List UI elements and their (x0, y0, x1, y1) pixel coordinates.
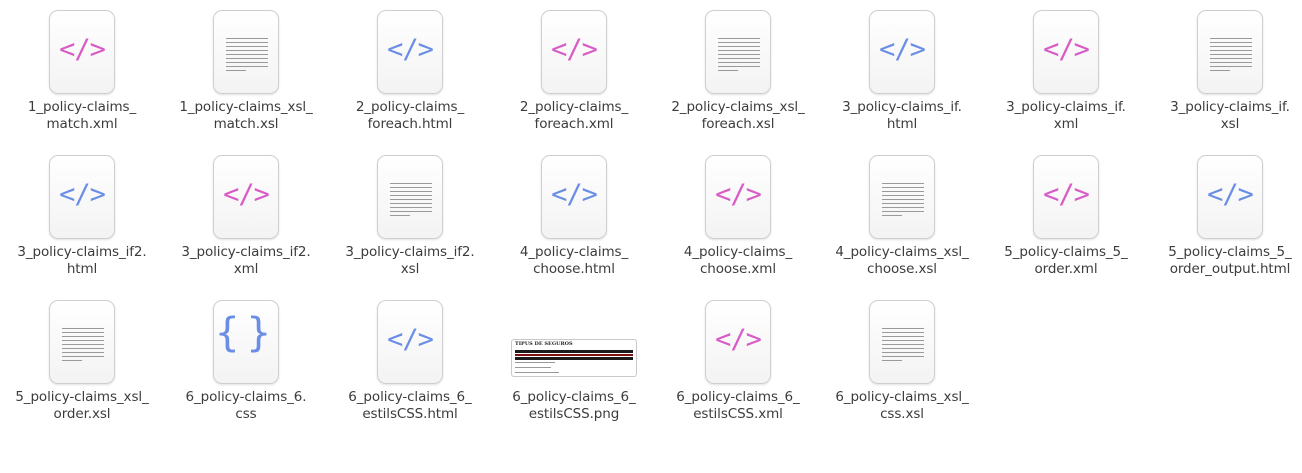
file-thumbnail: </> (1197, 155, 1263, 239)
code-icon: </> (1043, 34, 1090, 65)
text-document-icon (882, 328, 924, 364)
file-item[interactable]: 4_policy-claims_xsl_ choose.xsl (820, 145, 984, 290)
css-braces-icon: {} (214, 310, 278, 356)
file-item[interactable]: </> 2_policy-claims_ foreach.xml (492, 0, 656, 145)
text-document-icon (1210, 38, 1252, 74)
file-name-label: 5_policy-claims_5_ order_output.html (1168, 244, 1292, 277)
file-name-label: 4_policy-claims_ choose.html (519, 244, 629, 277)
thumbnail-bar (515, 357, 633, 360)
file-thumbnail (49, 300, 115, 384)
file-thumbnail: </> (541, 155, 607, 239)
file-name-label: 1_policy-claims_xsl_ match.xsl (179, 99, 313, 132)
file-item[interactable]: {} 6_policy-claims_6. css (164, 290, 328, 435)
file-thumbnail (1197, 10, 1263, 94)
code-icon: </> (715, 324, 762, 355)
file-item[interactable]: 6_policy-claims_xsl_ css.xsl (820, 290, 984, 435)
file-thumbnail: </> (49, 155, 115, 239)
text-document-icon (390, 183, 432, 219)
file-name-label: 5_policy-claims_xsl_ order.xsl (15, 389, 149, 422)
file-name-label: 6_policy-claims_6_ estilsCSS.html (348, 389, 472, 422)
file-thumbnail: </> (705, 155, 771, 239)
file-icon-grid: </> 1_policy-claims_ match.xml 1_policy-cl… (0, 0, 1302, 473)
file-name-label: 4_policy-claims_ choose.xml (683, 244, 793, 277)
code-icon: </> (551, 34, 598, 65)
thumbnail-bar (515, 350, 633, 353)
file-item[interactable]: 3_policy-claims_if2. xsl (328, 145, 492, 290)
text-document-icon (62, 328, 104, 364)
file-thumbnail: </> (377, 10, 443, 94)
file-thumbnail: </> (541, 10, 607, 94)
file-item[interactable]: </> 5_policy-claims_5_ order.xml (984, 145, 1148, 290)
file-item[interactable]: </> 2_policy-claims_ foreach.html (328, 0, 492, 145)
thumbnail-bar (515, 354, 633, 356)
file-name-label: 5_policy-claims_5_ order.xml (1004, 244, 1128, 277)
file-name-label: 3_policy-claims_if2. xml (181, 244, 311, 277)
file-name-label: 2_policy-claims_ foreach.xml (519, 99, 629, 132)
file-item[interactable]: </> 6_policy-claims_6_ estilsCSS.xml (656, 290, 820, 435)
code-icon: </> (1207, 179, 1254, 210)
file-item[interactable]: 1_policy-claims_xsl_ match.xsl (164, 0, 328, 145)
file-item[interactable]: </> 3_policy-claims_if. xml (984, 0, 1148, 145)
file-name-label: 3_policy-claims_if. xml (1006, 99, 1126, 132)
file-item[interactable]: </> 4_policy-claims_ choose.html (492, 145, 656, 290)
file-thumbnail: </> (213, 155, 279, 239)
code-icon: </> (387, 34, 434, 65)
file-item[interactable]: </> 3_policy-claims_if2. html (0, 145, 164, 290)
file-name-label: 3_policy-claims_if. xsl (1170, 99, 1290, 132)
file-name-label: 6_policy-claims_xsl_ css.xsl (835, 389, 969, 422)
file-name-label: 4_policy-claims_xsl_ choose.xsl (835, 244, 969, 277)
file-thumbnail: </> (705, 300, 771, 384)
file-name-label: 6_policy-claims_6_ estilsCSS.xml (676, 389, 800, 422)
thumbnail-title: TIPUS DE SEGUROS (515, 341, 573, 347)
file-thumbnail: {} (213, 300, 279, 384)
code-icon: </> (1043, 179, 1090, 210)
file-thumbnail (869, 155, 935, 239)
file-name-label: 3_policy-claims_if2. xsl (345, 244, 475, 277)
file-thumbnail (213, 10, 279, 94)
file-thumbnail: </> (1033, 10, 1099, 94)
file-name-label: 1_policy-claims_ match.xml (27, 99, 137, 132)
thumbnail-text-line (515, 367, 551, 368)
file-item[interactable]: 3_policy-claims_if. xsl (1148, 0, 1302, 145)
file-item[interactable]: </> 1_policy-claims_ match.xml (0, 0, 164, 145)
file-thumbnail (705, 10, 771, 94)
code-icon: </> (551, 179, 598, 210)
code-icon: </> (715, 179, 762, 210)
thumbnail-text-line (515, 362, 555, 363)
code-icon: </> (879, 34, 926, 65)
code-icon: </> (387, 324, 434, 355)
file-item[interactable]: TIPUS DE SEGUROS 6_policy-claims_6_ estil… (492, 290, 656, 435)
file-item[interactable]: </> 3_policy-claims_if2. xml (164, 145, 328, 290)
text-document-icon (882, 183, 924, 219)
file-item[interactable]: </> 3_policy-claims_if. html (820, 0, 984, 145)
file-item[interactable]: </> 4_policy-claims_ choose.xml (656, 145, 820, 290)
file-name-label: 3_policy-claims_if2. html (17, 244, 147, 277)
file-name-label: 6_policy-claims_6_ estilsCSS.png (512, 389, 636, 422)
file-item[interactable]: 5_policy-claims_xsl_ order.xsl (0, 290, 164, 435)
code-icon: </> (59, 179, 106, 210)
file-thumbnail (869, 300, 935, 384)
file-thumbnail: </> (869, 10, 935, 94)
file-item[interactable]: </> 5_policy-claims_5_ order_output.html (1148, 145, 1302, 290)
file-thumbnail: </> (49, 10, 115, 94)
file-name-label: 2_policy-claims_xsl_ foreach.xsl (671, 99, 805, 132)
file-thumbnail: </> (377, 300, 443, 384)
file-name-label: 3_policy-claims_if. html (842, 99, 962, 132)
text-document-icon (226, 38, 268, 74)
code-icon: </> (59, 34, 106, 65)
file-thumbnail (377, 155, 443, 239)
file-item[interactable]: </> 6_policy-claims_6_ estilsCSS.html (328, 290, 492, 435)
file-name-label: 6_policy-claims_6. css (185, 389, 307, 422)
file-item[interactable]: 2_policy-claims_xsl_ foreach.xsl (656, 0, 820, 145)
file-name-label: 2_policy-claims_ foreach.html (355, 99, 465, 132)
code-icon: </> (223, 179, 270, 210)
thumbnail-text-line (515, 372, 559, 373)
image-thumbnail: TIPUS DE SEGUROS (511, 339, 637, 377)
file-thumbnail: </> (1033, 155, 1099, 239)
text-document-icon (718, 38, 760, 74)
